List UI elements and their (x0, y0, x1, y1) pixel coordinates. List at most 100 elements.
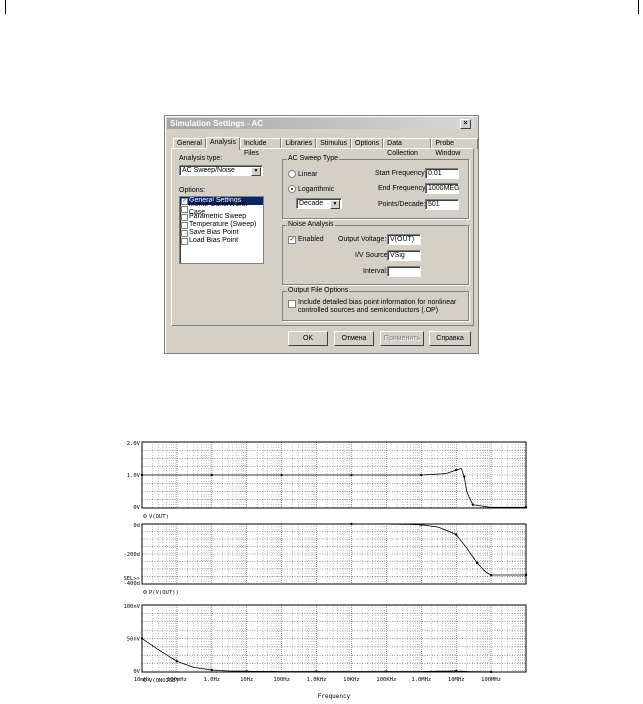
x-tick-label: 10KHz (343, 677, 360, 683)
interval-input[interactable] (387, 266, 421, 277)
y-tick-label: 0V (133, 505, 140, 511)
chevron-down-icon[interactable]: ▼ (251, 167, 261, 176)
option-checkbox[interactable] (181, 237, 188, 245)
x-tick-label: 10Hz (240, 677, 253, 683)
series-point (175, 660, 179, 663)
option-checkbox[interactable] (181, 229, 188, 237)
x-tick-label: 1.0KHz (307, 677, 327, 683)
series-point (280, 473, 283, 477)
points-per-decade-label: Points/Decade: (378, 201, 426, 208)
y-tick-label: 2.0V (127, 441, 141, 447)
series-point (463, 475, 466, 478)
analysis-type-select[interactable]: AC Sweep/Noise ▼ (179, 165, 263, 176)
detailed-bias-checkbox[interactable] (288, 300, 296, 308)
series-point (489, 573, 493, 577)
y-tick-label: 50nV (127, 637, 141, 643)
series-point (350, 473, 353, 477)
options-list-item[interactable]: Monte Carlo/Worst Case (180, 201, 263, 216)
analysis-type-label: Analysis type: (179, 155, 223, 162)
interval-label: Interval: (363, 268, 388, 275)
dialog-titlebar[interactable]: Simulation Settings - AC × (167, 118, 474, 129)
scale-select[interactable]: Decade ▼ (296, 198, 342, 209)
option-checkbox[interactable] (181, 221, 188, 229)
page-edge-line-left (5, 0, 6, 14)
series-point (524, 506, 528, 509)
noise-enabled-checkbox[interactable]: ✓ (288, 236, 296, 244)
option-checkbox[interactable] (181, 205, 188, 213)
x-tick-label: 1.0Hz (204, 677, 221, 683)
x-tick-label: 100Hz (273, 677, 290, 683)
cancel-button[interactable]: Отмена (334, 331, 374, 346)
options-list-item[interactable]: Save Bias Point (180, 229, 263, 237)
ac-sweep-title: AC Sweep Type (287, 155, 340, 163)
y-tick-label: -200d (123, 552, 140, 558)
start-frequency-label: Start Frequency: (375, 170, 427, 177)
tab-strip: General Analysis Include Files Libraries Sti… (173, 137, 478, 157)
series-point (475, 561, 479, 565)
series-point (140, 637, 144, 640)
dialog-title: Simulation Settings - AC (170, 119, 264, 128)
options-list-item[interactable]: Load Bias Point (180, 237, 263, 245)
x-tick-label: 100KHz (376, 677, 396, 683)
series-point (315, 670, 318, 673)
log-option[interactable]: Logarithmic (288, 185, 334, 193)
tab-analysis[interactable]: Analysis (205, 137, 240, 150)
series-point (210, 473, 214, 477)
series-point (454, 669, 458, 673)
scale-value: Decade (299, 200, 324, 207)
series-point (350, 522, 353, 526)
legend-label: V(OUT) (149, 514, 169, 520)
x-tick-label: 10mHz (134, 677, 151, 683)
output-voltage-label: Output Voltage: (338, 236, 387, 243)
option-label: Temperature (Sweep) (189, 221, 257, 228)
ok-button[interactable]: OK (288, 331, 328, 346)
close-icon: × (463, 120, 468, 127)
option-checkbox[interactable] (181, 213, 188, 221)
series-point (471, 503, 475, 506)
linear-option[interactable]: Linear (288, 170, 317, 178)
detailed-bias-text-2: controlled sources and semiconductors (.… (298, 307, 439, 314)
x-tick-label: 100mHz (167, 677, 187, 683)
detailed-bias-text-1: Include detailed bias point information … (298, 299, 457, 306)
log-radio[interactable] (288, 185, 296, 193)
close-button[interactable]: × (460, 119, 471, 129)
series-point (454, 533, 458, 536)
linear-label: Linear (298, 170, 318, 178)
y-tick-label: 0V (133, 669, 140, 675)
iv-source-input[interactable]: VSig (387, 250, 421, 261)
noise-analysis-group: Noise Analysis ✓ Enabled Output Voltage:… (282, 221, 469, 285)
output-file-options-title: Output File Options (287, 287, 350, 295)
start-frequency-input[interactable]: 0.01 (425, 168, 459, 179)
series-point (524, 573, 528, 577)
points-per-decade-input[interactable]: 501 (425, 199, 459, 210)
series-point (489, 670, 493, 674)
legend-marker (143, 590, 147, 594)
options-list[interactable]: ✓ General Settings Monte Carlo/Worst Case P… (179, 196, 264, 264)
series-point (140, 473, 144, 477)
linear-radio[interactable] (288, 170, 296, 178)
y-tick-label: 1.0V (127, 473, 141, 479)
sel-marker: SEL>> (123, 576, 140, 582)
series-point (385, 670, 388, 673)
chevron-down-icon[interactable]: ▼ (330, 200, 340, 209)
output-voltage-input[interactable]: V(OUT) (387, 234, 421, 245)
help-button[interactable]: Справка (429, 331, 471, 346)
option-checkbox[interactable]: ✓ (181, 197, 188, 205)
end-frequency-input[interactable]: 1000MEG (425, 183, 460, 194)
legend-label: P(V(OUT)) (149, 590, 179, 596)
probe-plot: 2.0V1.0V0VV(OUT)0d-200d-400dSEL>>P(V(OUT… (123, 441, 528, 700)
series-point (210, 668, 214, 672)
option-label: Save Bias Point (189, 229, 239, 236)
x-axis-label: Frequency (318, 693, 351, 700)
apply-button[interactable]: Применить (380, 331, 424, 346)
iv-source-label: I/V Source: (355, 252, 390, 259)
end-frequency-label: End Frequency: (378, 185, 428, 192)
page-edge-line-right (638, 0, 639, 14)
series-point (454, 468, 458, 472)
noise-enabled-label: Enabled (298, 236, 324, 243)
x-tick-label: 1.0MHz (411, 677, 431, 683)
analysis-type-value: AC Sweep/Noise (182, 167, 235, 174)
option-label: Parametric Sweep (189, 213, 247, 220)
analysis-panel: Analysis type: AC Sweep/Noise ▼ Options:… (171, 148, 474, 326)
options-list-item[interactable]: Temperature (Sweep) (180, 221, 263, 229)
